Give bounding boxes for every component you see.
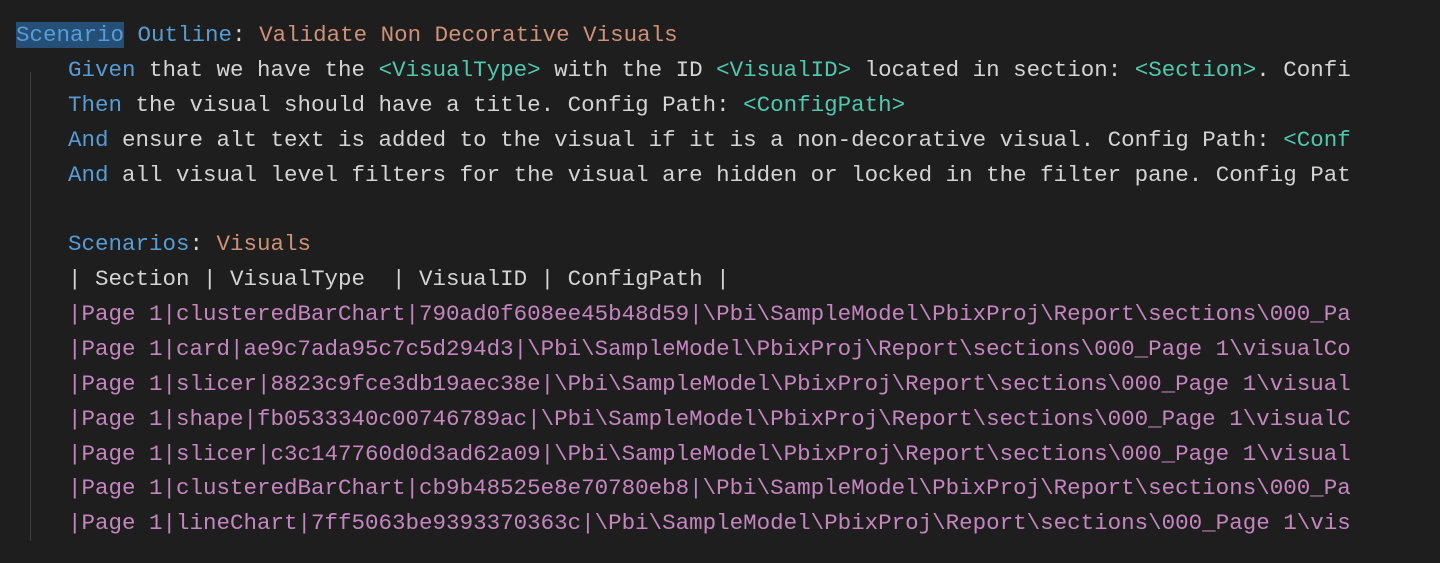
outline-suffix: Outline xyxy=(124,22,232,48)
table-cell: |Page 1|card|ae9c7ada95c7c5d294d3|\Pbi\S… xyxy=(68,336,1351,362)
table-header-row: | Section | VisualType | VisualID | Conf… xyxy=(16,262,1440,297)
keyword-and: And xyxy=(68,127,109,153)
blank-line xyxy=(16,192,1440,227)
table-cell: |Page 1|lineChart|7ff5063be9393370363c|\… xyxy=(68,510,1351,536)
keyword-and: And xyxy=(68,162,109,188)
table-row: |Page 1|clusteredBarChart|cb9b48525e8e70… xyxy=(16,471,1440,506)
scenario-outline-line: Scenario Outline: Validate Non Decorativ… xyxy=(16,18,1440,53)
step-text: all visual level filters for the visual … xyxy=(109,162,1351,188)
colon: : xyxy=(190,231,204,257)
placeholder-visualid: <VisualID> xyxy=(716,57,851,83)
and-step-2: And all visual level filters for the vis… xyxy=(16,158,1440,193)
step-text: the visual should have a title. Config P… xyxy=(122,92,743,118)
table-cell: |Page 1|clusteredBarChart|cb9b48525e8e70… xyxy=(68,475,1351,501)
and-step-1: And ensure alt text is added to the visu… xyxy=(16,123,1440,158)
step-text: with the ID xyxy=(541,57,717,83)
scenarios-name: Visuals xyxy=(203,231,311,257)
step-text: . Confi xyxy=(1256,57,1351,83)
table-cell: |Page 1|clusteredBarChart|790ad0f608ee45… xyxy=(68,301,1351,327)
placeholder-section: <Section> xyxy=(1135,57,1257,83)
placeholder-configpath: <ConfigPath> xyxy=(743,92,905,118)
then-step: Then the visual should have a title. Con… xyxy=(16,88,1440,123)
scenarios-line: Scenarios: Visuals xyxy=(16,227,1440,262)
indent-guide xyxy=(30,72,31,541)
colon: : xyxy=(232,22,246,48)
table-row: |Page 1|shape|fb0533340c00746789ac|\Pbi\… xyxy=(16,402,1440,437)
given-step: Given that we have the <VisualType> with… xyxy=(16,53,1440,88)
table-row: |Page 1|slicer|c3c147760d0d3ad62a09|\Pbi… xyxy=(16,437,1440,472)
table-row: |Page 1|lineChart|7ff5063be9393370363c|\… xyxy=(16,506,1440,541)
code-editor-viewport[interactable]: Scenario Outline: Validate Non Decorativ… xyxy=(16,18,1440,541)
step-text: located in section: xyxy=(851,57,1135,83)
placeholder-conf: <Conf xyxy=(1283,127,1351,153)
table-cell: |Page 1|slicer|8823c9fce3db19aec38e|\Pbi… xyxy=(68,371,1351,397)
table-row: |Page 1|card|ae9c7ada95c7c5d294d3|\Pbi\S… xyxy=(16,332,1440,367)
table-header: | Section | VisualType | VisualID | Conf… xyxy=(68,266,730,292)
table-row: |Page 1|clusteredBarChart|790ad0f608ee45… xyxy=(16,297,1440,332)
step-text: that we have the xyxy=(136,57,379,83)
scenario-title: Validate Non Decorative Visuals xyxy=(246,22,678,48)
placeholder-visualtype: <VisualType> xyxy=(379,57,541,83)
table-row: |Page 1|slicer|8823c9fce3db19aec38e|\Pbi… xyxy=(16,367,1440,402)
step-text: ensure alt text is added to the visual i… xyxy=(109,127,1284,153)
keyword-then: Then xyxy=(68,92,122,118)
keyword-scenarios: Scenarios xyxy=(68,231,190,257)
table-cell: |Page 1|shape|fb0533340c00746789ac|\Pbi\… xyxy=(68,406,1351,432)
keyword-scenario: Scenario xyxy=(16,22,124,48)
keyword-given: Given xyxy=(68,57,136,83)
table-cell: |Page 1|slicer|c3c147760d0d3ad62a09|\Pbi… xyxy=(68,441,1351,467)
